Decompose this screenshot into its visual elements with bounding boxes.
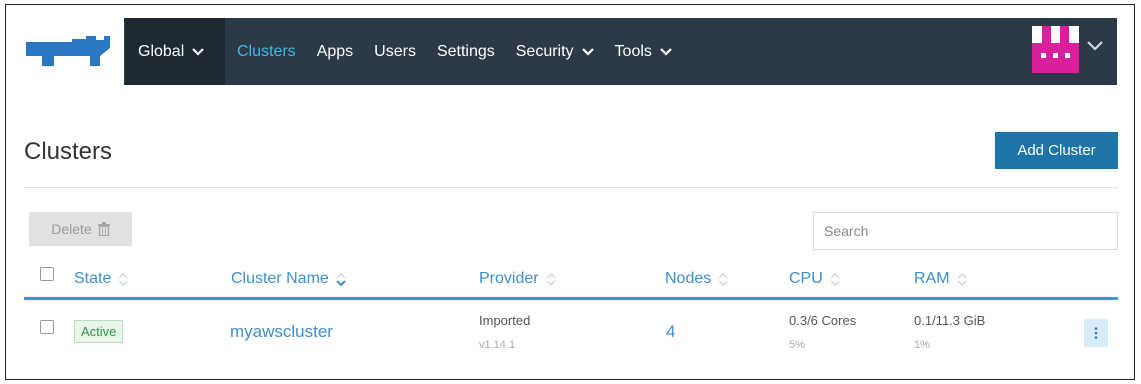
cluster-name-link[interactable]: myawscluster — [230, 322, 333, 342]
row-actions-button[interactable] — [1084, 319, 1108, 347]
sort-icon — [830, 272, 840, 286]
column-header-label: Provider — [479, 270, 539, 287]
delete-button-label: Delete — [51, 221, 92, 237]
nav-item-users[interactable]: Users — [374, 43, 416, 61]
header-divider — [24, 187, 1118, 188]
column-header-cluster-name[interactable]: Cluster Name — [231, 270, 346, 288]
column-header-nodes[interactable]: Nodes — [665, 270, 728, 288]
chevron-down-icon — [581, 47, 594, 56]
main-nav: Clusters Apps Users Settings Security To… — [237, 18, 693, 85]
table-row: Active myawscluster Imported v1.14.1 4 0… — [24, 302, 1118, 372]
provider-version: v1.14.1 — [479, 339, 516, 351]
delete-button[interactable]: Delete — [29, 212, 132, 246]
nav-item-apps[interactable]: Apps — [317, 43, 353, 61]
nav-item-security-label: Security — [515, 42, 574, 60]
chevron-down-icon — [192, 47, 205, 56]
status-badge: Active — [74, 320, 124, 343]
sort-icon — [118, 272, 128, 286]
avatar-pixel — [1069, 26, 1079, 43]
select-all-checkbox[interactable] — [40, 267, 54, 281]
avatar-pixel — [1051, 26, 1060, 43]
search-input[interactable] — [813, 212, 1118, 250]
column-header-provider[interactable]: Provider — [479, 270, 556, 288]
provider-name: Imported — [479, 313, 531, 328]
column-header-label: CPU — [789, 270, 823, 287]
kebab-menu-icon — [1094, 327, 1098, 339]
nav-item-clusters[interactable]: Clusters — [237, 43, 296, 61]
nav-item-settings[interactable]: Settings — [437, 43, 495, 61]
sort-icon — [546, 272, 556, 286]
sort-icon — [718, 272, 728, 286]
column-header-label: RAM — [914, 270, 950, 287]
global-scope-dropdown[interactable]: Global — [125, 18, 225, 85]
user-avatar[interactable] — [1032, 26, 1079, 73]
ram-usage: 0.1/11.3 GiB — [914, 313, 986, 328]
column-header-label: Nodes — [665, 270, 712, 287]
sort-icon — [957, 272, 967, 286]
top-navigation: Global Clusters Apps Users Settings Secu… — [19, 18, 1117, 85]
rancher-logo[interactable] — [19, 18, 124, 85]
avatar-pixel — [1065, 53, 1070, 58]
row-checkbox[interactable] — [40, 320, 54, 334]
avatar-pixel — [1041, 53, 1046, 58]
nodes-count-link[interactable]: 4 — [666, 322, 675, 342]
sort-descending-icon — [336, 272, 346, 286]
column-header-label: Cluster Name — [231, 270, 329, 287]
column-header-label: State — [74, 270, 112, 287]
cpu-usage: 0.3/6 Cores — [789, 313, 857, 328]
ram-percent: 1% — [914, 339, 930, 351]
cpu-percent: 5% — [789, 339, 805, 351]
column-header-ram[interactable]: RAM — [914, 270, 967, 288]
trash-icon — [97, 222, 110, 236]
chevron-down-icon — [660, 47, 672, 56]
table-header: State Cluster Name Provider Nodes CPU RA… — [24, 266, 1118, 300]
nav-item-tools[interactable]: Tools — [615, 43, 672, 61]
global-scope-label: Global — [138, 42, 185, 60]
avatar-pixel — [1032, 26, 1042, 43]
add-cluster-button[interactable]: Add Cluster — [995, 132, 1118, 169]
column-header-state[interactable]: State — [74, 270, 128, 288]
chevron-down-icon[interactable] — [1086, 40, 1104, 52]
nav-item-tools-label: Tools — [614, 42, 652, 60]
page-title: Clusters — [24, 138, 113, 165]
column-header-cpu[interactable]: CPU — [789, 270, 840, 288]
nav-item-security[interactable]: Security — [516, 43, 594, 61]
avatar-pixel — [1053, 53, 1058, 58]
